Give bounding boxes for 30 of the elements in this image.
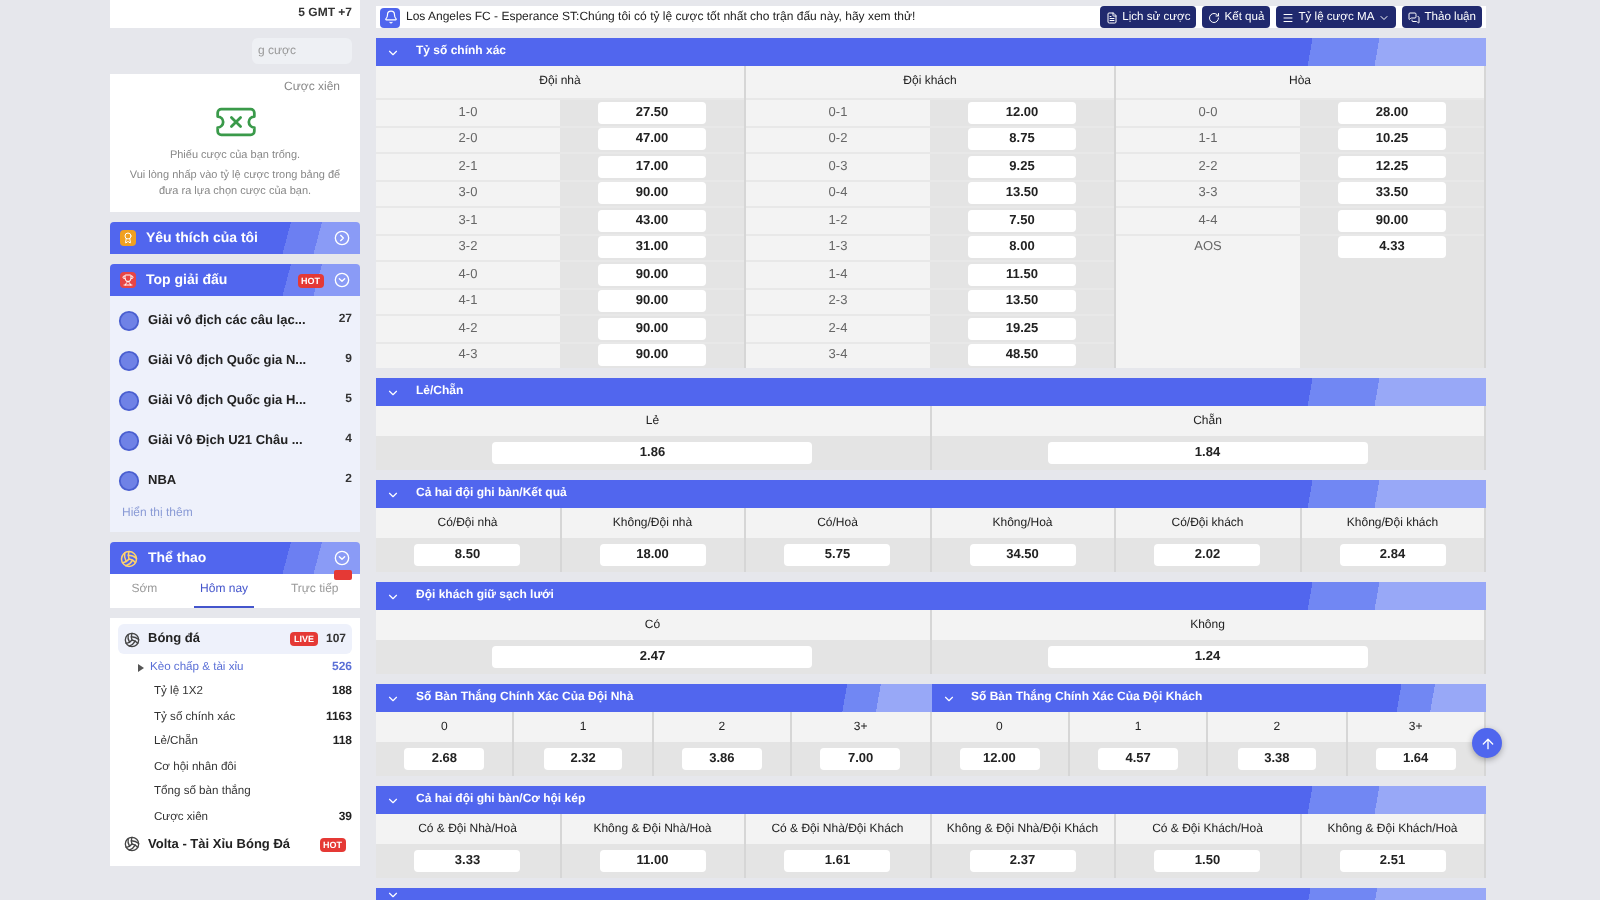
- expand-icon: [334, 230, 350, 247]
- league-logo-icon: [118, 389, 140, 412]
- ball-icon: [124, 836, 140, 853]
- document-icon: [1106, 11, 1119, 23]
- chevron-icon: [941, 691, 955, 705]
- refresh-icon: [1208, 11, 1221, 23]
- triangle-icon: [138, 663, 144, 672]
- collapse-icon: [334, 550, 350, 567]
- scroll-top-button[interactable]: [1472, 728, 1502, 758]
- menu-icon: [1282, 11, 1295, 23]
- collapse-icon: [334, 272, 350, 289]
- chevron-icon: [386, 888, 400, 900]
- league-logo-icon: [118, 349, 140, 372]
- league-logo-icon: [118, 309, 140, 332]
- ball-icon: [124, 631, 140, 648]
- chevron-icon: [386, 691, 400, 705]
- chat-icon: [1408, 11, 1421, 23]
- market-header[interactable]: [376, 888, 1486, 900]
- sports-ball-icon: [120, 549, 138, 568]
- league-logo-icon: [118, 429, 140, 452]
- chevron-icon: [386, 589, 400, 603]
- chevron-icon: [386, 385, 400, 399]
- arrow-up-icon: [1479, 735, 1495, 751]
- trophy-icon: [120, 272, 136, 289]
- chevron-icon: [386, 793, 400, 807]
- league-logo-icon: [118, 469, 140, 492]
- chevron-icon: [386, 487, 400, 501]
- caret-icon: [1378, 11, 1391, 23]
- chevron-icon: [386, 45, 400, 59]
- medal-icon: [120, 230, 136, 247]
